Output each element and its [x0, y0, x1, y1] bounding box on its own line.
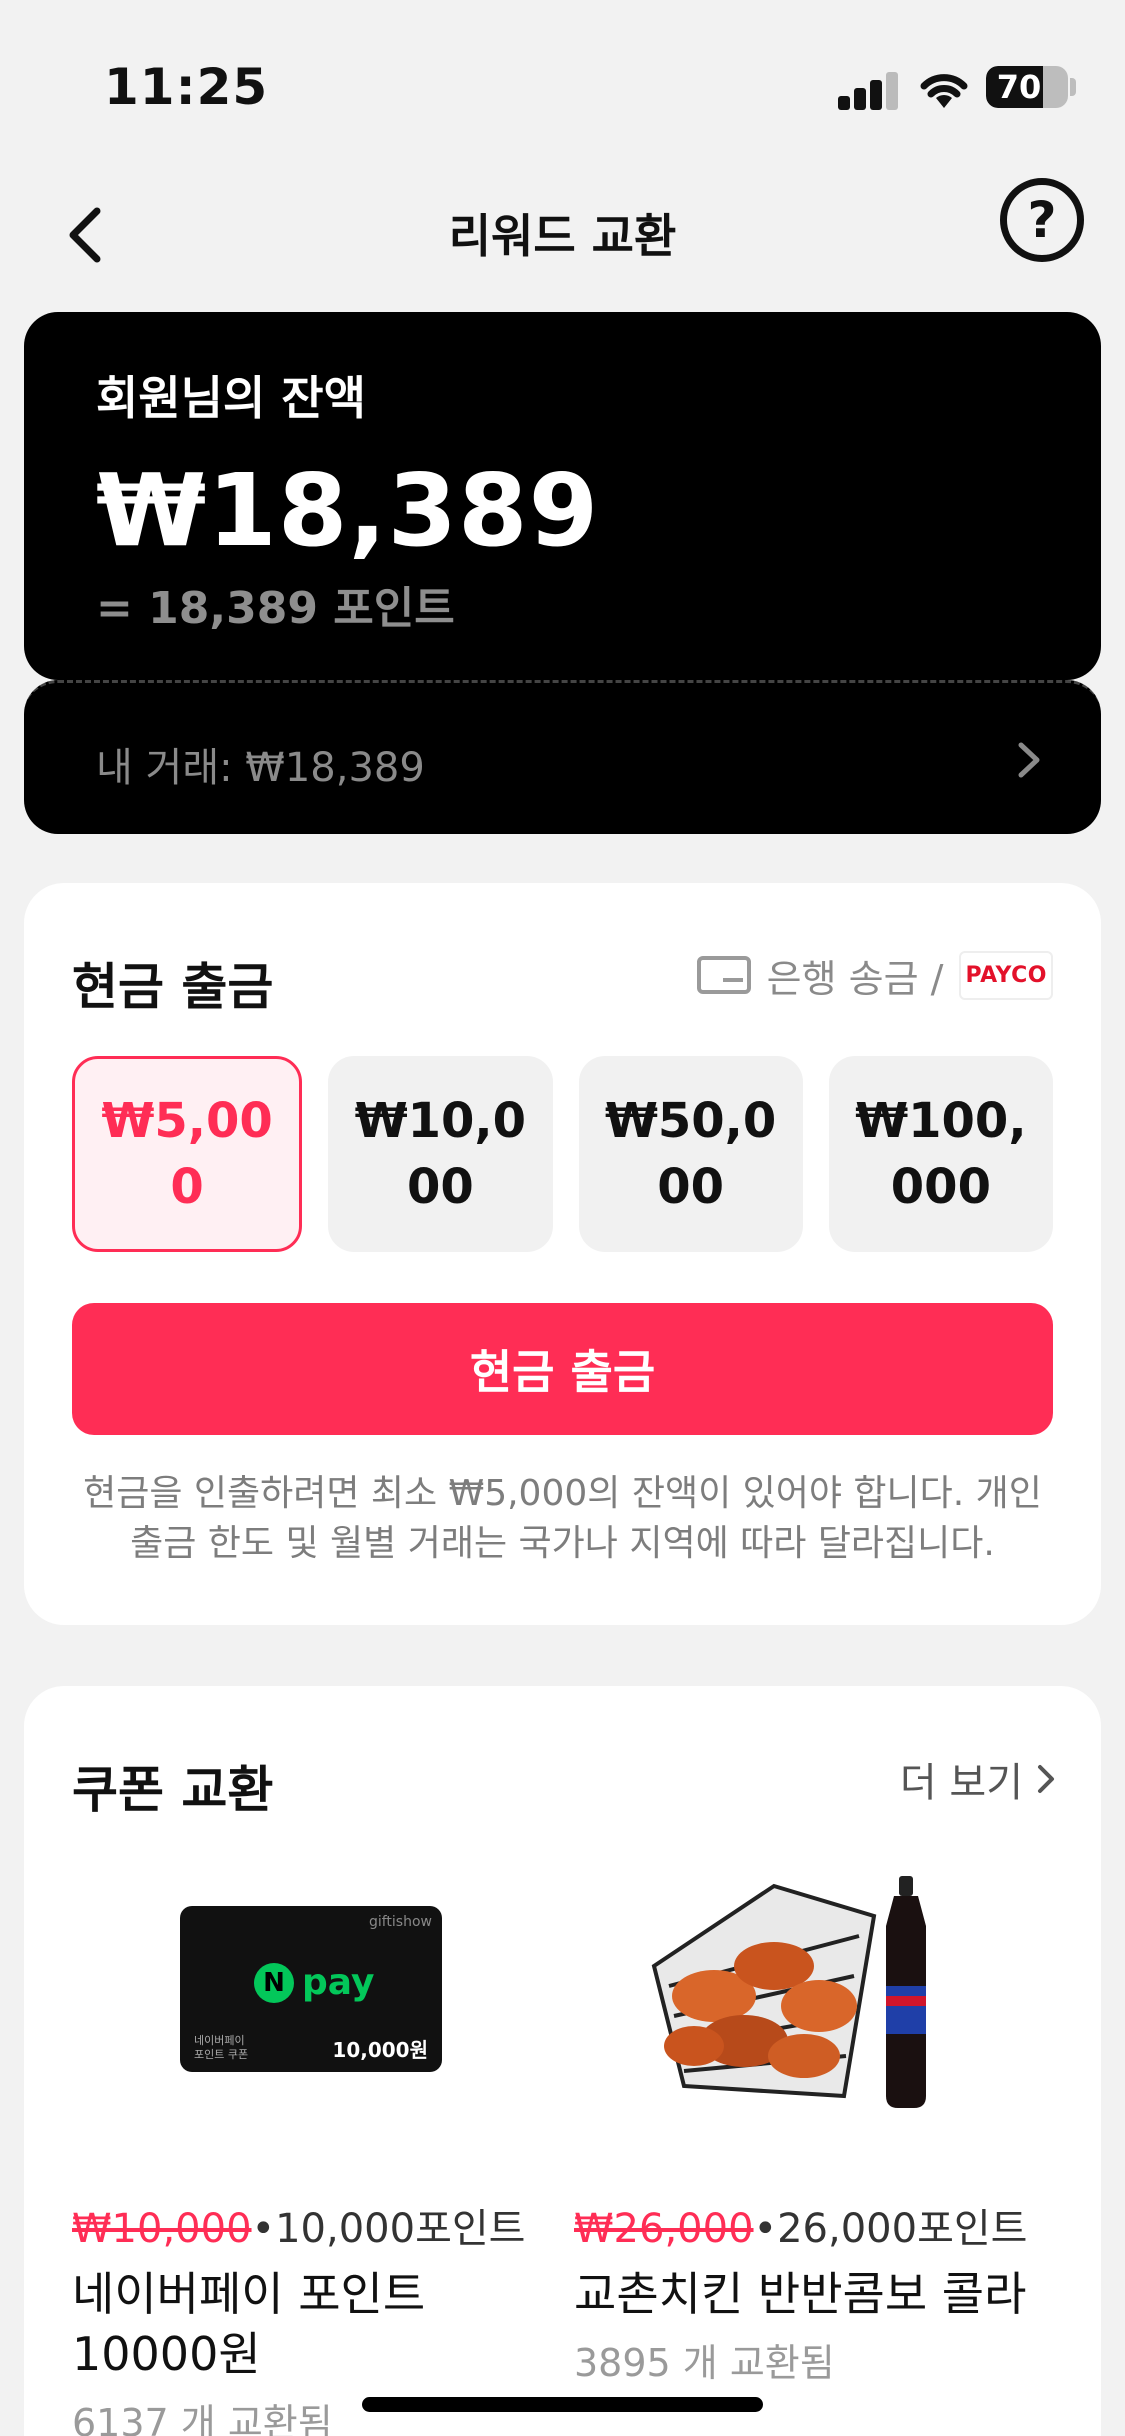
npay-card-value: 10,000원	[332, 2038, 428, 2062]
points-price: •10,000포인트	[251, 2206, 526, 2252]
npay-logo: N pay	[254, 1962, 374, 2003]
npay-wordmark: pay	[302, 1962, 375, 2003]
npay-gift-card: giftishow N pay 네이버페이 포인트 쿠폰 10,000원	[180, 1906, 442, 2072]
exchanged-count: 3895 개 교환됨	[574, 2341, 835, 2385]
cash-withdraw-button[interactable]: 현금 출금	[72, 1303, 1053, 1435]
withdraw-title: 현금 출금	[72, 958, 274, 1016]
withdraw-amount-options: ₩5,000 ₩10,000 ₩50,000 ₩100,000	[72, 1056, 1053, 1252]
bank-card-icon	[696, 956, 751, 994]
withdraw-methods: 은행 송금 / PAYCO	[696, 947, 1053, 1003]
coupon-item-npay[interactable]: giftishow N pay 네이버페이 포인트 쿠폰 10,000원 ₩10…	[72, 1846, 542, 2436]
amount-option-10000[interactable]: ₩10,000	[328, 1056, 553, 1252]
see-more-label: 더 보기	[899, 1760, 1023, 1806]
balance-amount: ₩18,389	[96, 452, 600, 569]
points-price: •26,000포인트	[753, 2206, 1028, 2252]
coupon-item-kyochon[interactable]: ₩26,000•26,000포인트 교촌치킨 반반콤보 콜라 3895 개 교환…	[574, 1846, 1044, 2387]
coupon-name: 네이버페이 포인트 10000원	[72, 2267, 426, 2381]
battery-icon: 70	[986, 66, 1068, 108]
see-more-link[interactable]: 더 보기	[900, 1750, 1057, 1808]
balance-card: 회원님의 잔액 ₩18,389 = 18,389 포인트	[24, 312, 1101, 680]
balance-points: = 18,389 포인트	[96, 583, 455, 634]
npay-coupon-image: giftishow N pay 네이버페이 포인트 쿠폰 10,000원	[72, 1846, 542, 2136]
chicken-combo-image	[574, 1846, 1044, 2136]
coupon-price-line: ₩10,000•10,000포인트	[72, 2196, 542, 2254]
my-transactions-row[interactable]: 내 거래: ₩18,389	[24, 680, 1101, 834]
original-price: ₩10,000	[72, 2206, 252, 2252]
amount-option-100000[interactable]: ₩100,000	[828, 1056, 1053, 1252]
amount-option-5000[interactable]: ₩5,000	[72, 1056, 303, 1252]
cash-withdraw-card: 현금 출금 은행 송금 / PAYCO ₩5,000 ₩10,000 ₩50,0…	[24, 883, 1101, 1625]
help-button[interactable]: ?	[1000, 178, 1084, 262]
amount-option-50000[interactable]: ₩50,000	[578, 1056, 803, 1252]
battery-percent: 70	[996, 68, 1042, 106]
chevron-right-icon	[1038, 1765, 1054, 1793]
fried-chicken-basket-icon	[651, 1876, 926, 2108]
coupon-exchange-card: 쿠폰 교환 더 보기 giftishow N pay 네이버페이 포인트 쿠폰 …	[24, 1686, 1101, 2436]
cellular-signal-icon	[838, 70, 898, 110]
battery-tip	[1070, 78, 1076, 96]
status-bar: 11:25 70	[0, 0, 1125, 170]
coupon-title: 쿠폰 교환	[72, 1761, 274, 1819]
naver-n-icon: N	[254, 1962, 294, 2003]
original-price: ₩26,000	[574, 2206, 754, 2252]
bank-transfer-label: 은행 송금 /	[766, 956, 944, 1001]
giftishow-brand: giftishow	[368, 1914, 432, 1930]
status-time: 11:25	[104, 58, 269, 116]
coupon-price-line: ₩26,000•26,000포인트	[574, 2196, 1044, 2254]
home-indicator	[362, 2397, 763, 2412]
withdraw-note: 현금을 인출하려면 최소 ₩5,000의 잔액이 있어야 합니다. 개인 출금 …	[83, 1473, 1042, 1564]
nav-header: 리워드 교환 ?	[0, 170, 1125, 300]
chevron-right-icon	[1018, 742, 1040, 778]
my-transactions-label: 내 거래: ₩18,389	[96, 745, 425, 791]
coupon-name: 교촌치킨 반반콤보 콜라	[574, 2267, 1027, 2321]
wifi-icon	[920, 74, 968, 108]
npay-card-caption: 네이버페이 포인트 쿠폰	[194, 2034, 249, 2061]
payco-logo: PAYCO	[959, 950, 1053, 1000]
balance-label: 회원님의 잔액	[96, 371, 366, 425]
page-title: 리워드 교환	[448, 209, 677, 263]
